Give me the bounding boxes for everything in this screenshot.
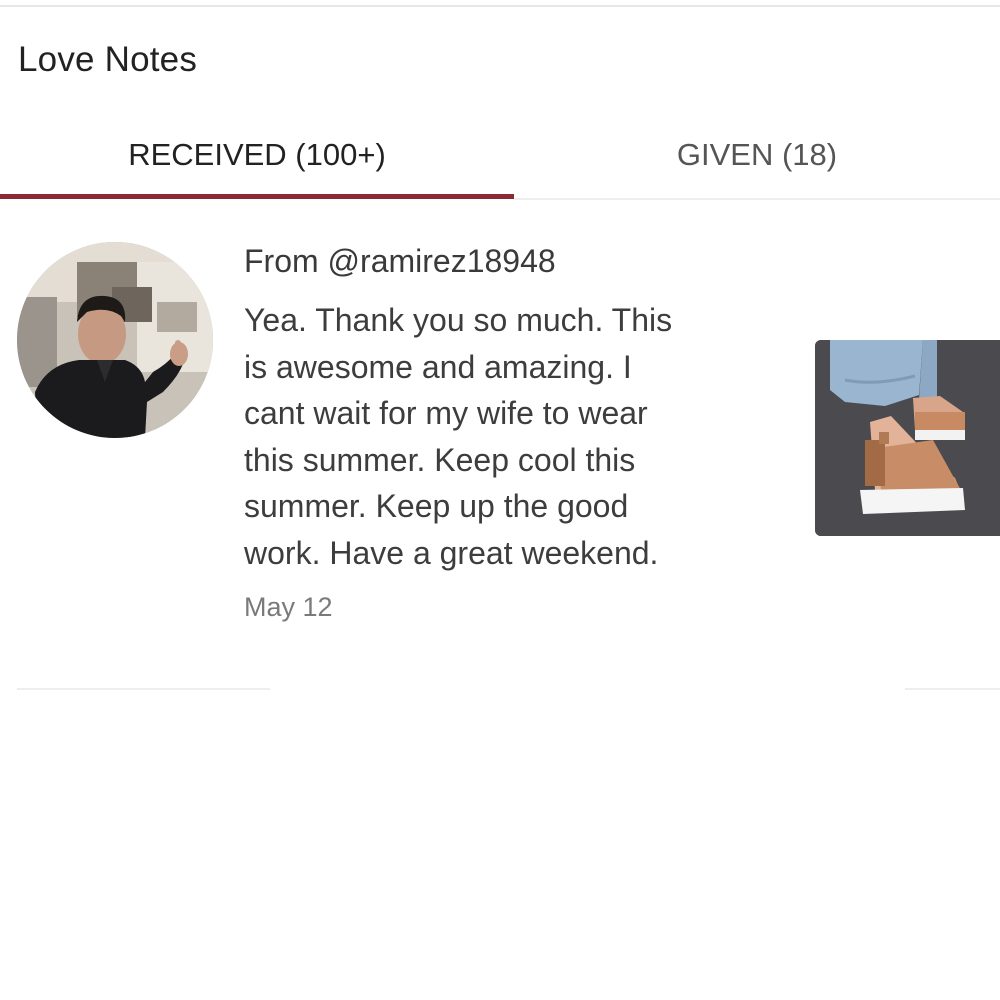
active-tab-indicator [0,194,514,199]
note-date: May 12 [244,592,333,622]
sender-prefix: From [244,243,319,279]
tabs-bar: RECEIVED (100+) GIVEN (18) [0,110,1000,202]
love-note-item[interactable]: From @ramirez18948 Yea. Thank you so muc… [0,235,1000,695]
note-message: Yea. Thank you so much. This is awesome … [244,302,673,571]
top-divider [0,5,1000,7]
love-notes-page: Love Notes RECEIVED (100+) GIVEN (18) Fr… [0,0,1000,1000]
tab-received[interactable]: RECEIVED (100+) [0,110,514,200]
product-thumbnail[interactable] [815,340,1000,536]
note-sender[interactable]: From @ramirez18948 [244,243,556,280]
row-divider [905,688,1000,690]
tabs-divider [514,198,1000,200]
tab-given[interactable]: GIVEN (18) [514,110,1000,200]
user-avatar-photo-icon [17,242,213,438]
product-photo-wedge-sandals-icon [815,340,1000,536]
row-divider [17,688,270,690]
page-title: Love Notes [18,40,198,79]
avatar[interactable] [17,242,213,438]
sender-handle[interactable]: @ramirez18948 [328,243,556,279]
